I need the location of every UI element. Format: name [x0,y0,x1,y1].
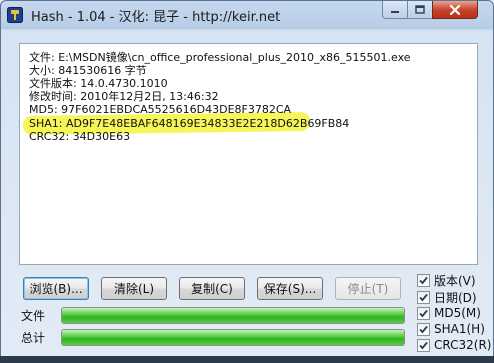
file-size-line: 大小: 841530616 字节 [29,64,147,77]
md5-line: MD5: 97F6021EBDCA5525616D43DE8F3782CA [29,103,292,116]
maximize-icon [415,5,425,14]
minimize-icon [391,10,399,13]
option-date-label: 日期(D) [434,290,477,305]
sha1-line: SHA1: AD9F7E48EBAF648169E34833E2E218D62B… [29,117,350,130]
title-bar[interactable]: Hash - 1.04 - 汉化: 昆子 - http://keir.net [1,1,493,29]
file-progress-fill [62,308,404,323]
checkbox-box [417,273,430,287]
stop-button[interactable]: 停止(T) [335,277,401,300]
result-textbox[interactable]: 文件: E:\MSDN镜像\cn_office_professional_plu… [19,43,478,265]
option-version-checkbox[interactable]: 版本(V) [417,272,476,288]
hash-window: Hash - 1.04 - 汉化: 昆子 - http://keir.net 文… [0,0,494,363]
file-version-line: 文件版本: 14.0.4730.1010 [29,77,168,90]
checkmark-icon [419,309,428,317]
copy-button[interactable]: 复制(C) [179,277,245,300]
checkbox-box [417,338,430,352]
checkbox-box [417,306,430,320]
checkbox-box [417,322,430,336]
checkmark-icon [419,325,428,333]
checkmark-icon [419,276,428,284]
file-progress-bar [61,307,405,324]
option-date-checkbox[interactable]: 日期(D) [417,289,477,305]
total-progress-fill [62,330,404,345]
option-crc32-label: CRC32(R) [434,338,492,352]
file-progress-label: 文件 [21,309,46,323]
minimize-button[interactable] [382,1,408,19]
checkmark-icon [419,341,428,349]
total-progress-bar [61,329,405,346]
total-progress-label: 总计 [21,331,46,345]
window-title: Hash - 1.04 - 汉化: 昆子 - http://keir.net [31,10,281,25]
checkmark-icon [419,293,428,301]
save-button[interactable]: 保存(S)... [257,277,323,300]
crc32-line: CRC32: 34D30E63 [29,130,131,143]
clear-button[interactable]: 清除(L) [101,277,167,300]
file-path-line: 文件: E:\MSDN镜像\cn_office_professional_plu… [29,51,411,64]
close-icon [449,4,461,15]
browse-button[interactable]: 浏览(B)... [23,277,89,300]
option-sha1-checkbox[interactable]: SHA1(H) [417,321,485,337]
option-md5-checkbox[interactable]: MD5(M) [417,305,481,321]
close-button[interactable] [432,1,478,19]
modified-time-line: 修改时间: 2010年12月2日, 13:46:32 [29,90,219,103]
option-sha1-label: SHA1(H) [434,322,485,336]
option-crc32-checkbox[interactable]: CRC32(R) [417,337,491,353]
checkbox-box [417,290,430,304]
taskbar-strip [0,356,494,363]
maximize-button[interactable] [407,1,433,19]
option-version-label: 版本(V) [434,273,476,288]
option-md5-label: MD5(M) [434,306,481,320]
hash-app-icon [7,7,23,23]
